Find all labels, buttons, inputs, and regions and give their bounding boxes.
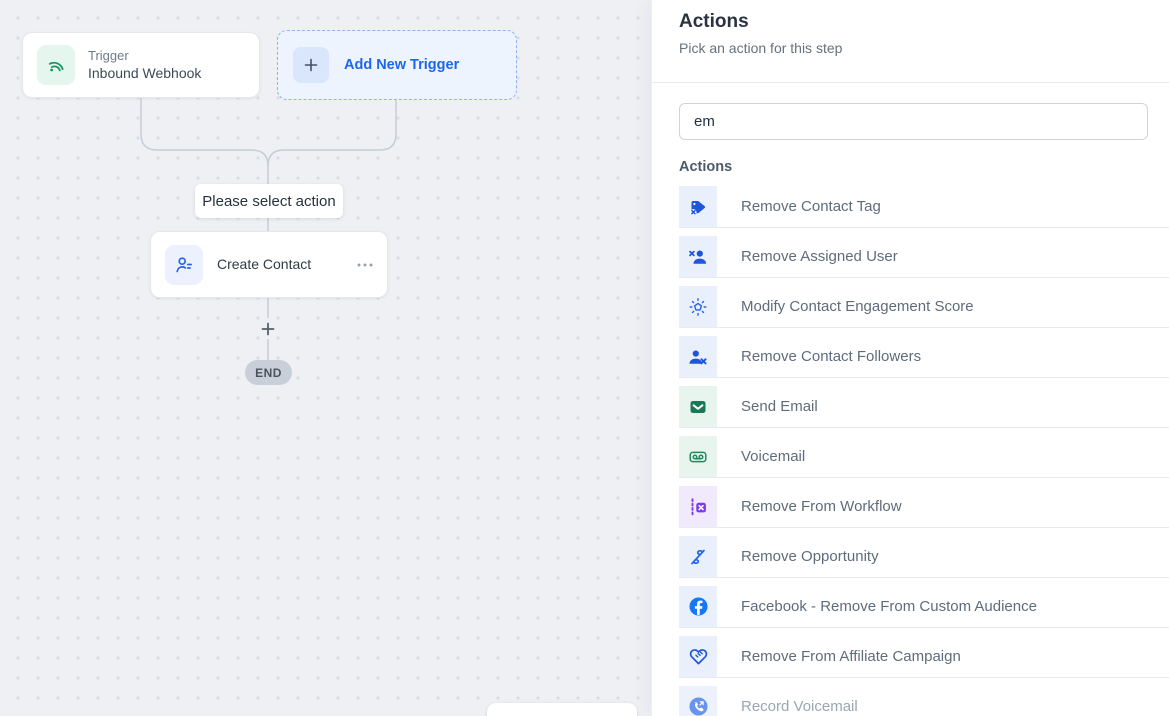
actions-panel: Actions Pick an action for this step Act… (651, 0, 1169, 716)
action-item-remove-from-workflow[interactable]: Remove From Workflow (679, 486, 1169, 528)
panel-header: Actions Pick an action for this step (652, 0, 1169, 83)
action-search-input[interactable] (679, 103, 1148, 140)
create-contact-icon (165, 245, 203, 285)
action-item-voicemail[interactable]: Voicemail (679, 436, 1169, 478)
followers-remove-icon (679, 336, 717, 377)
action-item-send-email[interactable]: Send Email (679, 386, 1169, 428)
action-item-remove-contact-tag[interactable]: Remove Contact Tag (679, 186, 1169, 228)
node-menu-icon[interactable] (357, 263, 373, 267)
action-item-modify-contact-engagement-score[interactable]: Modify Contact Engagement Score (679, 286, 1169, 328)
create-contact-label: Create Contact (217, 255, 311, 273)
trigger-node[interactable]: Trigger Inbound Webhook (22, 32, 260, 98)
opportunity-remove-icon (679, 536, 717, 577)
trigger-node-type: Trigger (88, 48, 201, 64)
action-item-record-voicemail[interactable]: Record Voicemail (679, 686, 1169, 716)
webhook-icon (37, 45, 75, 85)
select-action-label: Please select action (195, 184, 343, 218)
action-item-remove-assigned-user[interactable]: Remove Assigned User (679, 236, 1169, 278)
add-step-button[interactable] (258, 319, 278, 339)
search-wrap (652, 83, 1169, 140)
actions-section-header: Actions (679, 159, 1169, 175)
panel-title: Actions (679, 11, 1169, 33)
action-item-facebook-remove-from-custom-audience[interactable]: Facebook - Remove From Custom Audience (679, 586, 1169, 628)
voicemail-icon (679, 436, 717, 477)
action-item-remove-opportunity[interactable]: Remove Opportunity (679, 536, 1169, 578)
workflow-builder: Trigger Inbound Webhook Add New Trigger … (0, 0, 1169, 716)
workflow-remove-icon (679, 486, 717, 527)
trigger-node-title: Inbound Webhook (88, 64, 201, 82)
record-voicemail-icon (679, 686, 717, 716)
add-new-trigger-label: Add New Trigger (344, 57, 459, 73)
action-item-remove-contact-followers[interactable]: Remove Contact Followers (679, 336, 1169, 378)
user-remove-icon (679, 236, 717, 277)
add-new-trigger-button[interactable]: Add New Trigger (277, 30, 517, 100)
trigger-node-text: Trigger Inbound Webhook (88, 48, 201, 82)
workflow-canvas[interactable]: Trigger Inbound Webhook Add New Trigger … (0, 0, 651, 716)
facebook-icon (679, 586, 717, 627)
action-list: Remove Contact Tag Remove Assigned User … (679, 186, 1169, 716)
end-badge: END (245, 360, 292, 385)
email-icon (679, 386, 717, 427)
affiliate-remove-icon (679, 636, 717, 677)
panel-subtitle: Pick an action for this step (679, 40, 1169, 56)
create-contact-node[interactable]: Create Contact (150, 231, 388, 298)
engagement-score-icon (679, 286, 717, 327)
plus-icon (293, 47, 329, 83)
connector-lines (0, 0, 651, 716)
action-item-remove-from-affiliate-campaign[interactable]: Remove From Affiliate Campaign (679, 636, 1169, 678)
tag-remove-icon (679, 186, 717, 227)
canvas-toolbar-partial[interactable] (487, 703, 637, 716)
